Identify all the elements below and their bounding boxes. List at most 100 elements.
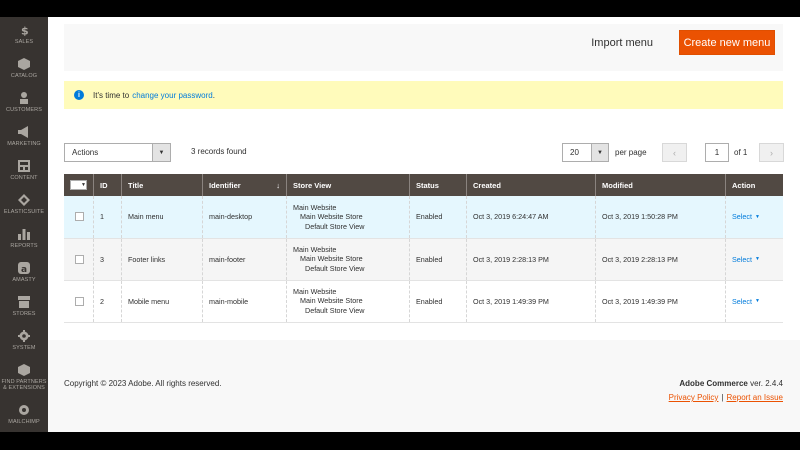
cell-identifier: main-footer (202, 238, 287, 280)
sidebar-item-find-partners[interactable]: FIND PARTNERS & EXTENSIONS (0, 357, 48, 397)
cell-store-view: Main Website Main Website Store Default … (286, 280, 410, 322)
caret-down-icon: ▼ (754, 213, 760, 220)
change-password-link[interactable]: change your password (132, 91, 213, 100)
copyright-text: Copyright © 2023 Adobe. All rights reser… (64, 379, 222, 388)
mass-select-checkbox[interactable]: ▼ (70, 180, 87, 190)
cell-identifier: main-mobile (202, 280, 287, 322)
cell-id: 2 (93, 280, 122, 322)
megaphone-icon (17, 125, 31, 139)
brand-name: Adobe Commerce (679, 379, 748, 388)
sidebar-item-label: CONTENT (10, 175, 38, 181)
row-checkbox[interactable] (75, 296, 84, 306)
column-id[interactable]: ID (93, 174, 122, 196)
sidebar-item-system[interactable]: SYSTEM (0, 323, 48, 357)
cell-modified: Oct 3, 2019 1:49:39 PM (595, 280, 726, 322)
row-action-select[interactable]: Select ▼ (732, 212, 760, 221)
page-number-input[interactable]: 1 (705, 143, 729, 162)
chevron-right-icon: › (770, 147, 773, 158)
row-checkbox-cell[interactable] (64, 238, 94, 280)
sidebar-item-elasticsuite[interactable]: ELASTICSUITE (0, 187, 48, 221)
puzzle-icon (17, 363, 31, 377)
menus-grid: ▼ ID Title Identifier ↓ Store View Status… (64, 174, 783, 323)
cell-action: Select ▼ (725, 280, 783, 322)
column-modified[interactable]: Modified (595, 174, 726, 196)
sidebar-item-stores[interactable]: STORES (0, 289, 48, 323)
privacy-policy-link[interactable]: Privacy Policy (669, 393, 719, 402)
sidebar-item-label: ELASTICSUITE (3, 209, 45, 215)
create-new-menu-button[interactable]: Create new menu (679, 30, 775, 55)
import-menu-button[interactable]: Import menu (591, 37, 653, 49)
sidebar-item-mailchimp[interactable]: MAILCHIMP (0, 397, 48, 431)
page-footer: Copyright © 2023 Adobe. All rights reser… (48, 340, 800, 432)
cell-id: 3 (93, 238, 122, 280)
storefront-icon (17, 295, 31, 309)
column-created[interactable]: Created (466, 174, 596, 196)
next-page-button[interactable]: › (759, 143, 784, 162)
svg-text:a: a (21, 265, 27, 274)
notice-text: It's time to (93, 90, 130, 100)
mass-actions-dropdown[interactable]: Actions ▼ (64, 143, 171, 162)
row-checkbox[interactable] (75, 254, 84, 264)
sidebar-item-reports[interactable]: REPORTS (0, 221, 48, 255)
column-status[interactable]: Status (409, 174, 467, 196)
row-action-select[interactable]: Select ▼ (732, 297, 760, 306)
column-title[interactable]: Title (121, 174, 203, 196)
mass-actions-label: Actions (72, 148, 99, 157)
password-notice: i It's time to change your password . (64, 81, 783, 109)
cell-created: Oct 3, 2019 6:24:47 AM (466, 196, 596, 238)
sidebar-item-customers[interactable]: CUSTOMERS (0, 85, 48, 119)
sidebar-item-catalog[interactable]: CATALOG (0, 51, 48, 85)
row-checkbox-cell[interactable] (64, 280, 94, 322)
table-row[interactable]: 3 Footer links main-footer Main Website … (64, 238, 783, 280)
sidebar-item-sales[interactable]: $ SALES (0, 17, 48, 51)
cell-store-view: Main Website Main Website Store Default … (286, 196, 410, 238)
column-identifier-label: Identifier (209, 180, 241, 190)
per-page-label: per page (615, 148, 647, 157)
row-action-select[interactable]: Select ▼ (732, 255, 760, 264)
amasty-icon: a (17, 261, 31, 275)
sidebar-item-amasty[interactable]: a AMASTY (0, 255, 48, 289)
cell-status: Enabled (409, 238, 467, 280)
person-icon (17, 91, 31, 105)
store-view: Default Store View (305, 263, 365, 273)
select-label: Select (732, 254, 752, 264)
table-row[interactable]: 2 Mobile menu main-mobile Main Website M… (64, 280, 783, 322)
column-store-view[interactable]: Store View (286, 174, 410, 196)
mass-select-header[interactable]: ▼ (64, 174, 94, 196)
cell-status: Enabled (409, 280, 467, 322)
row-checkbox[interactable] (75, 212, 84, 222)
grid-header-row: ▼ ID Title Identifier ↓ Store View Status… (64, 174, 783, 196)
caret-down-icon: ▼ (754, 256, 760, 262)
sidebar-item-label: REPORTS (10, 243, 38, 249)
cell-modified: Oct 3, 2019 2:28:13 PM (595, 238, 726, 280)
page-actions-bar: Import menu Create new menu (64, 24, 783, 71)
grid-toolbar: Actions ▼ 3 records found 20 ▼ per page … (64, 143, 784, 163)
caret-down-icon: ▼ (754, 298, 760, 304)
cell-title: Footer links (121, 238, 203, 280)
box-icon (17, 57, 31, 71)
table-row[interactable]: 1 Main menu main-desktop Main Website Ma… (64, 196, 783, 238)
page-count: of 1 (734, 148, 748, 157)
column-identifier[interactable]: Identifier ↓ (202, 174, 287, 196)
sidebar-item-content[interactable]: CONTENT (0, 153, 48, 187)
row-checkbox-cell[interactable] (64, 196, 94, 238)
previous-page-button[interactable]: ‹ (662, 143, 687, 162)
cell-modified: Oct 3, 2019 1:50:28 PM (595, 196, 726, 238)
svg-text:$: $ (21, 25, 29, 37)
cell-created: Oct 3, 2019 2:28:13 PM (466, 238, 596, 280)
cell-status: Enabled (409, 196, 467, 238)
per-page-dropdown[interactable]: 20 ▼ (562, 143, 609, 162)
chevron-down-icon: ▼ (591, 144, 608, 161)
notice-suffix: . (212, 90, 215, 100)
footer-links: Privacy Policy | Report an Issue (669, 393, 783, 402)
store-view: Default Store View (305, 221, 365, 231)
cell-store-view: Main Website Main Website Store Default … (286, 238, 410, 280)
layout-icon (17, 159, 31, 173)
report-issue-link[interactable]: Report an Issue (727, 393, 783, 402)
sidebar-item-label: SYSTEM (12, 345, 36, 351)
store-group: Main Website Store (300, 254, 363, 264)
chimp-icon (17, 403, 31, 417)
sort-arrow-icon: ↓ (276, 180, 280, 190)
sidebar-item-marketing[interactable]: MARKETING (0, 119, 48, 153)
cell-created: Oct 3, 2019 1:49:39 PM (466, 280, 596, 322)
